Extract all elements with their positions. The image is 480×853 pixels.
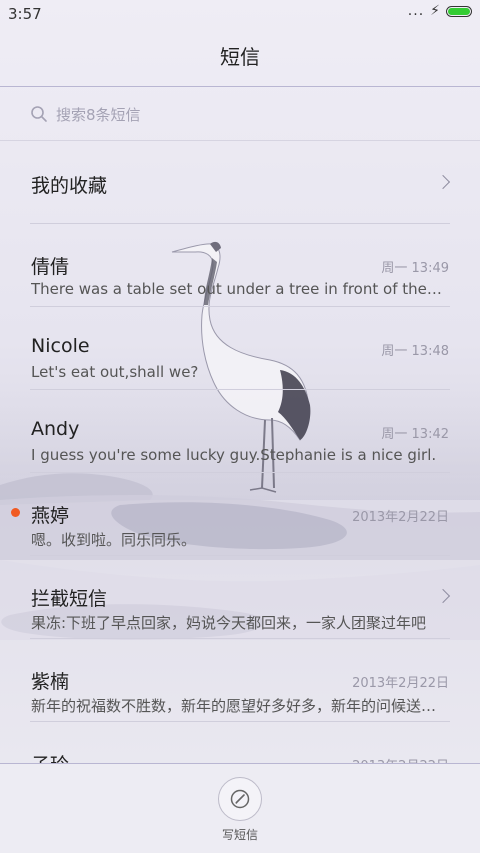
status-time: 3:57 (8, 5, 42, 23)
charging-icon: ⚡ (430, 3, 440, 19)
conversation-row[interactable]: 紫楠 2013年2月22日新年的祝福数不胜数，新年的愿望好多好多，新年的问候送给你 (0, 639, 480, 722)
conversation-row[interactable]: 倩倩 周一 13:49 There was a table set out unde… (0, 224, 480, 307)
compose-icon (230, 789, 250, 809)
search-input[interactable]: 搜索8条短信 (30, 100, 450, 128)
conversation-row[interactable]: Andy 周一 13:42 I guess you're some lucky gu… (0, 390, 480, 473)
message-preview: There was a table set out under a tree i… (31, 280, 446, 298)
contact-name: 倩倩 (31, 256, 70, 278)
message-time: 周一 13:48 (381, 344, 449, 359)
conversation-row[interactable]: 拦截短信果冻:下班了早点回家，妈说今天都回来，一家人团聚过年吧 (0, 556, 480, 639)
chevron-right-icon (435, 174, 451, 190)
message-time: 2013年2月22日 (352, 510, 449, 525)
contact-name: 拦截短信 (31, 588, 108, 610)
page-title: 短信 (220, 45, 260, 69)
status-bar: 3:57 ... ⚡ (0, 0, 480, 28)
status-icons: ... ⚡ (408, 4, 472, 18)
search-placeholder: 搜索8条短信 (56, 105, 141, 124)
search-icon (31, 106, 47, 122)
message-preview: 果冻:下班了早点回家，妈说今天都回来，一家人团聚过年吧 (31, 614, 427, 632)
compose-button[interactable] (218, 777, 262, 821)
message-time: 周一 13:49 (381, 261, 449, 276)
contact-name: 紫楠 (31, 671, 70, 693)
contact-name: Nicole (31, 335, 90, 357)
chevron-right-icon (435, 588, 451, 604)
message-preview: 新年的祝福数不胜数，新年的愿望好多好多，新年的问候送给你 (31, 697, 446, 715)
header-divider (0, 86, 480, 87)
conversation-list: 我的收藏 倩倩 周一 13:49 There was a table set out… (0, 141, 480, 805)
message-preview: Let's eat out,shall we? (31, 363, 199, 381)
signal-dots-icon: ... (407, 3, 425, 19)
unread-dot (11, 508, 20, 517)
contact-name: Andy (31, 418, 80, 440)
compose-label[interactable]: 写短信 (0, 826, 480, 843)
message-preview: 嗯。收到啦。同乐同乐。 (31, 531, 197, 549)
conversation-row[interactable]: Nicole 周一 13:48 Let's eat out,shall we? (0, 307, 480, 390)
message-time: 2013年2月22日 (352, 676, 449, 691)
message-time: 周一 13:42 (381, 427, 449, 442)
battery-fill (448, 7, 470, 15)
favorites-label: 我的收藏 (31, 175, 108, 197)
favorites-item[interactable]: 我的收藏 (0, 141, 480, 224)
contact-name: 燕婷 (31, 505, 70, 527)
battery-icon (446, 5, 472, 17)
header: 短信 (0, 28, 480, 86)
conversation-row[interactable]: 燕婷 2013年2月22日嗯。收到啦。同乐同乐。 (0, 473, 480, 556)
bottom-bar: 写短信 (0, 764, 480, 853)
message-preview: I guess you're some lucky guy.Stephanie … (31, 446, 437, 464)
